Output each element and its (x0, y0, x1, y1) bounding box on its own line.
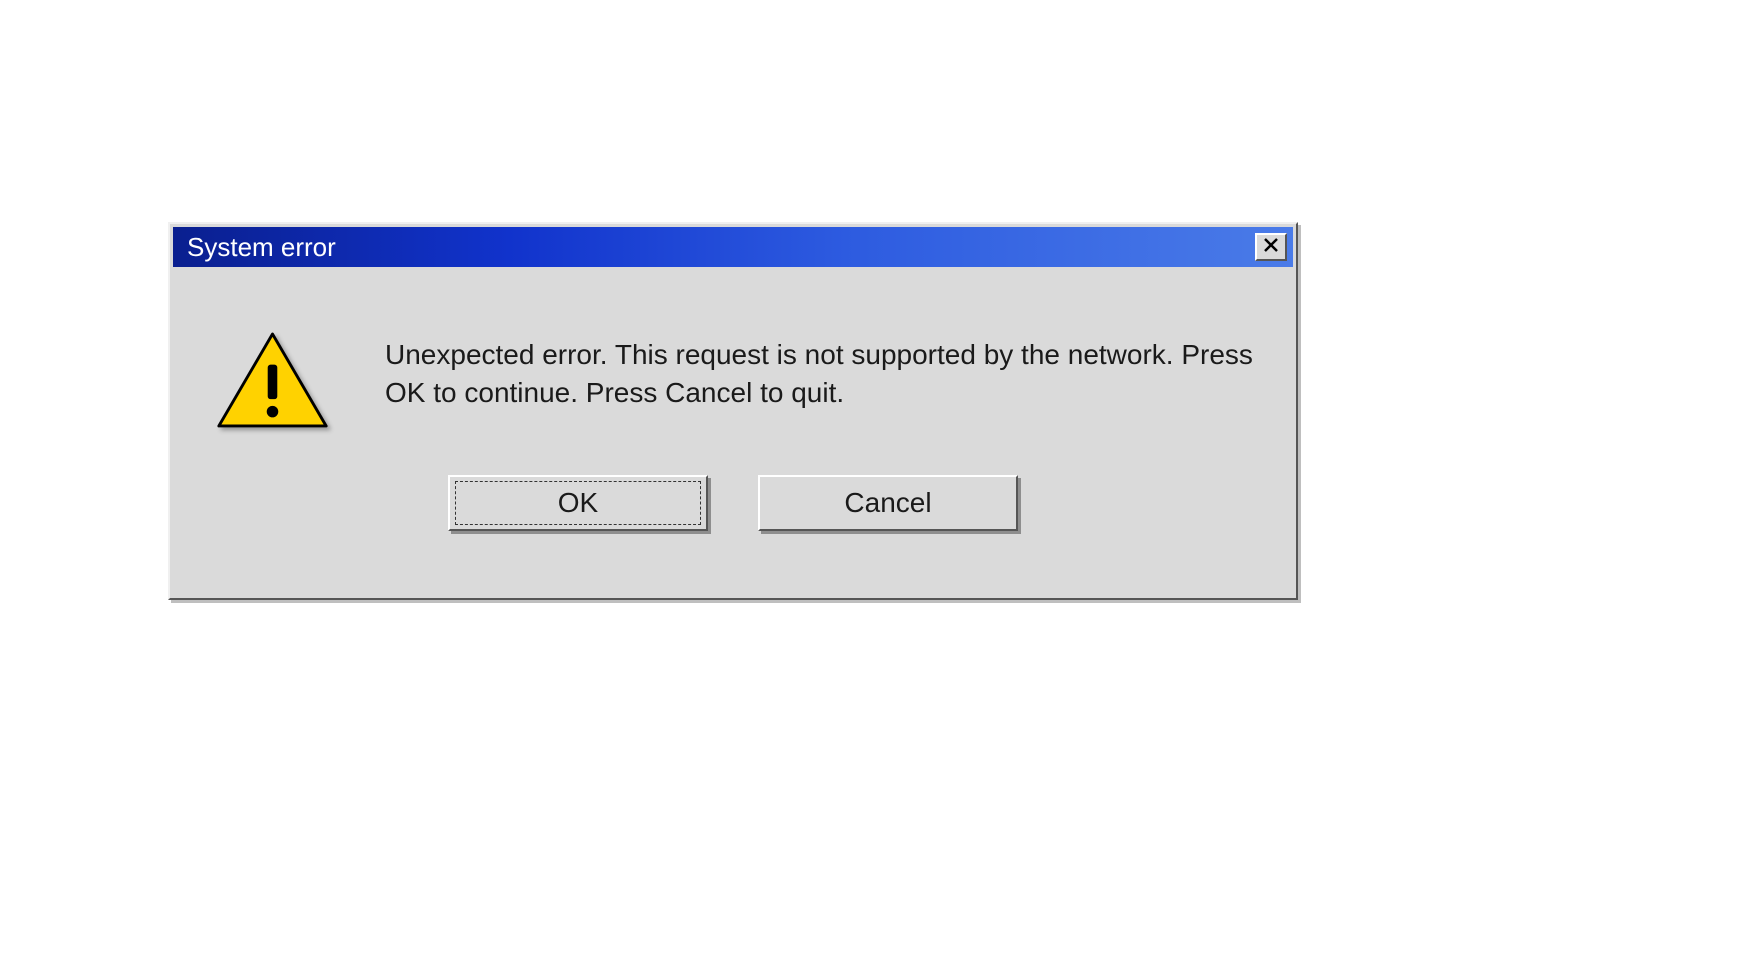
ok-button[interactable]: OK (448, 475, 708, 531)
dialog-content: Unexpected error. This request is not su… (170, 270, 1296, 455)
ok-button-label: OK (558, 487, 598, 519)
button-row: OK Cancel (170, 455, 1296, 531)
dialog-message: Unexpected error. This request is not su… (385, 330, 1256, 412)
titlebar: System error (173, 227, 1293, 267)
cancel-button[interactable]: Cancel (758, 475, 1018, 531)
close-button[interactable] (1255, 233, 1287, 261)
close-icon (1263, 237, 1279, 258)
cancel-button-label: Cancel (844, 487, 931, 519)
dialog-title: System error (187, 232, 336, 263)
warning-icon (215, 330, 330, 435)
error-dialog: System error Unexpected error. This requ… (168, 222, 1298, 600)
